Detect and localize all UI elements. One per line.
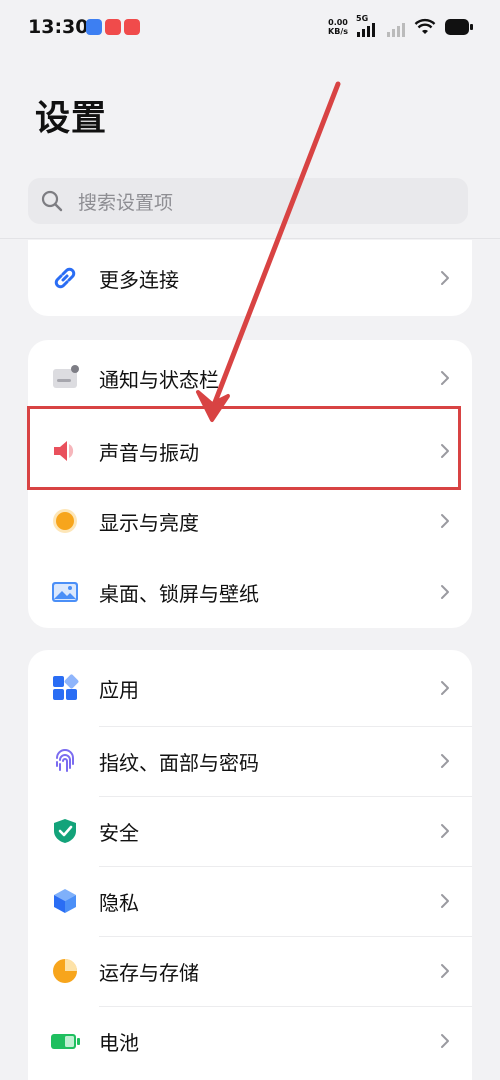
chevron-right-icon [441, 371, 449, 385]
chevron-right-icon [441, 754, 449, 768]
status-time: 13:30 [28, 16, 89, 38]
chevron-right-icon [441, 681, 449, 695]
app-notification-icon [86, 19, 102, 35]
header-divider [0, 238, 500, 239]
settings-group-display: 通知与状态栏 声音与振动 显示与亮度 桌面、锁屏与壁纸 [28, 340, 472, 628]
chevron-right-icon [441, 964, 449, 978]
network-speed-unit: KB/s [328, 27, 348, 36]
notification-icon [48, 361, 82, 395]
fingerprint-icon [48, 744, 82, 778]
network-speed: 0.00 KB/s [328, 18, 348, 36]
search-placeholder: 搜索设置项 [78, 191, 174, 214]
settings-item-storage[interactable]: 运存与存储 [28, 936, 472, 1006]
settings-item-battery[interactable]: 电池 [28, 1006, 472, 1076]
app-notification-icon [124, 19, 140, 35]
settings-item-label: 安全 [99, 820, 139, 845]
chevron-right-icon [441, 824, 449, 838]
row-divider [99, 936, 472, 937]
chevron-right-icon [441, 585, 449, 599]
storage-pie-icon [48, 954, 82, 988]
settings-item-wallpaper[interactable]: 桌面、锁屏与壁纸 [28, 556, 472, 628]
chevron-right-icon [441, 514, 449, 528]
settings-item-label: 隐私 [99, 890, 139, 915]
search-icon [41, 190, 63, 212]
chevron-right-icon [441, 894, 449, 908]
settings-group-connections: 更多连接 [28, 240, 472, 316]
network-speed-value: 0.00 [328, 18, 348, 27]
privacy-cube-icon [48, 884, 82, 918]
settings-item-label: 桌面、锁屏与壁纸 [99, 581, 259, 606]
status-bar: 13:30 0.00 KB/s 5G [0, 0, 500, 56]
brightness-icon [48, 504, 82, 538]
settings-item-label: 显示与亮度 [99, 510, 199, 535]
network-type-label: 5G [356, 14, 369, 23]
row-divider [99, 866, 472, 867]
settings-item-sound-vibration[interactable]: 声音与振动 [28, 416, 472, 486]
settings-group-system: 应用 指纹、面部与密码 安全 隐私 运存与存储 电池 [28, 650, 472, 1080]
battery-icon [48, 1024, 82, 1058]
chevron-right-icon [441, 1034, 449, 1048]
settings-item-fingerprint[interactable]: 指纹、面部与密码 [28, 726, 472, 796]
settings-item-label: 指纹、面部与密码 [99, 750, 259, 775]
settings-item-privacy[interactable]: 隐私 [28, 866, 472, 936]
app-notification-icon [105, 19, 121, 35]
settings-item-label: 声音与振动 [99, 440, 199, 465]
settings-item-label: 更多连接 [99, 267, 179, 292]
row-divider [99, 796, 472, 797]
settings-item-display-brightness[interactable]: 显示与亮度 [28, 486, 472, 556]
shield-icon [48, 814, 82, 848]
settings-item-security[interactable]: 安全 [28, 796, 472, 866]
page-title: 设置 [35, 99, 108, 139]
wallpaper-icon [48, 575, 82, 609]
apps-icon [48, 671, 82, 705]
chevron-right-icon [441, 444, 449, 458]
speaker-icon [48, 434, 82, 468]
cellular-signal-icon: 5G [356, 14, 378, 38]
search-input[interactable]: 搜索设置项 [28, 178, 468, 224]
settings-item-more-connections[interactable]: 更多连接 [28, 240, 472, 316]
settings-item-apps[interactable]: 应用 [28, 650, 472, 726]
battery-status-icon [445, 19, 473, 35]
settings-item-label: 运存与存储 [99, 960, 199, 985]
status-indicators: 0.00 KB/s 5G [328, 14, 474, 38]
settings-item-label: 通知与状态栏 [99, 367, 219, 392]
row-divider [99, 1006, 472, 1007]
chevron-right-icon [441, 271, 449, 285]
status-app-badges [86, 19, 140, 35]
wifi-icon [414, 18, 436, 34]
settings-item-label: 电池 [99, 1030, 139, 1055]
link-icon [48, 261, 82, 295]
row-divider [99, 726, 472, 727]
cellular-signal-2-icon [387, 23, 405, 37]
settings-item-label: 应用 [99, 677, 139, 702]
settings-item-notifications[interactable]: 通知与状态栏 [28, 340, 472, 416]
